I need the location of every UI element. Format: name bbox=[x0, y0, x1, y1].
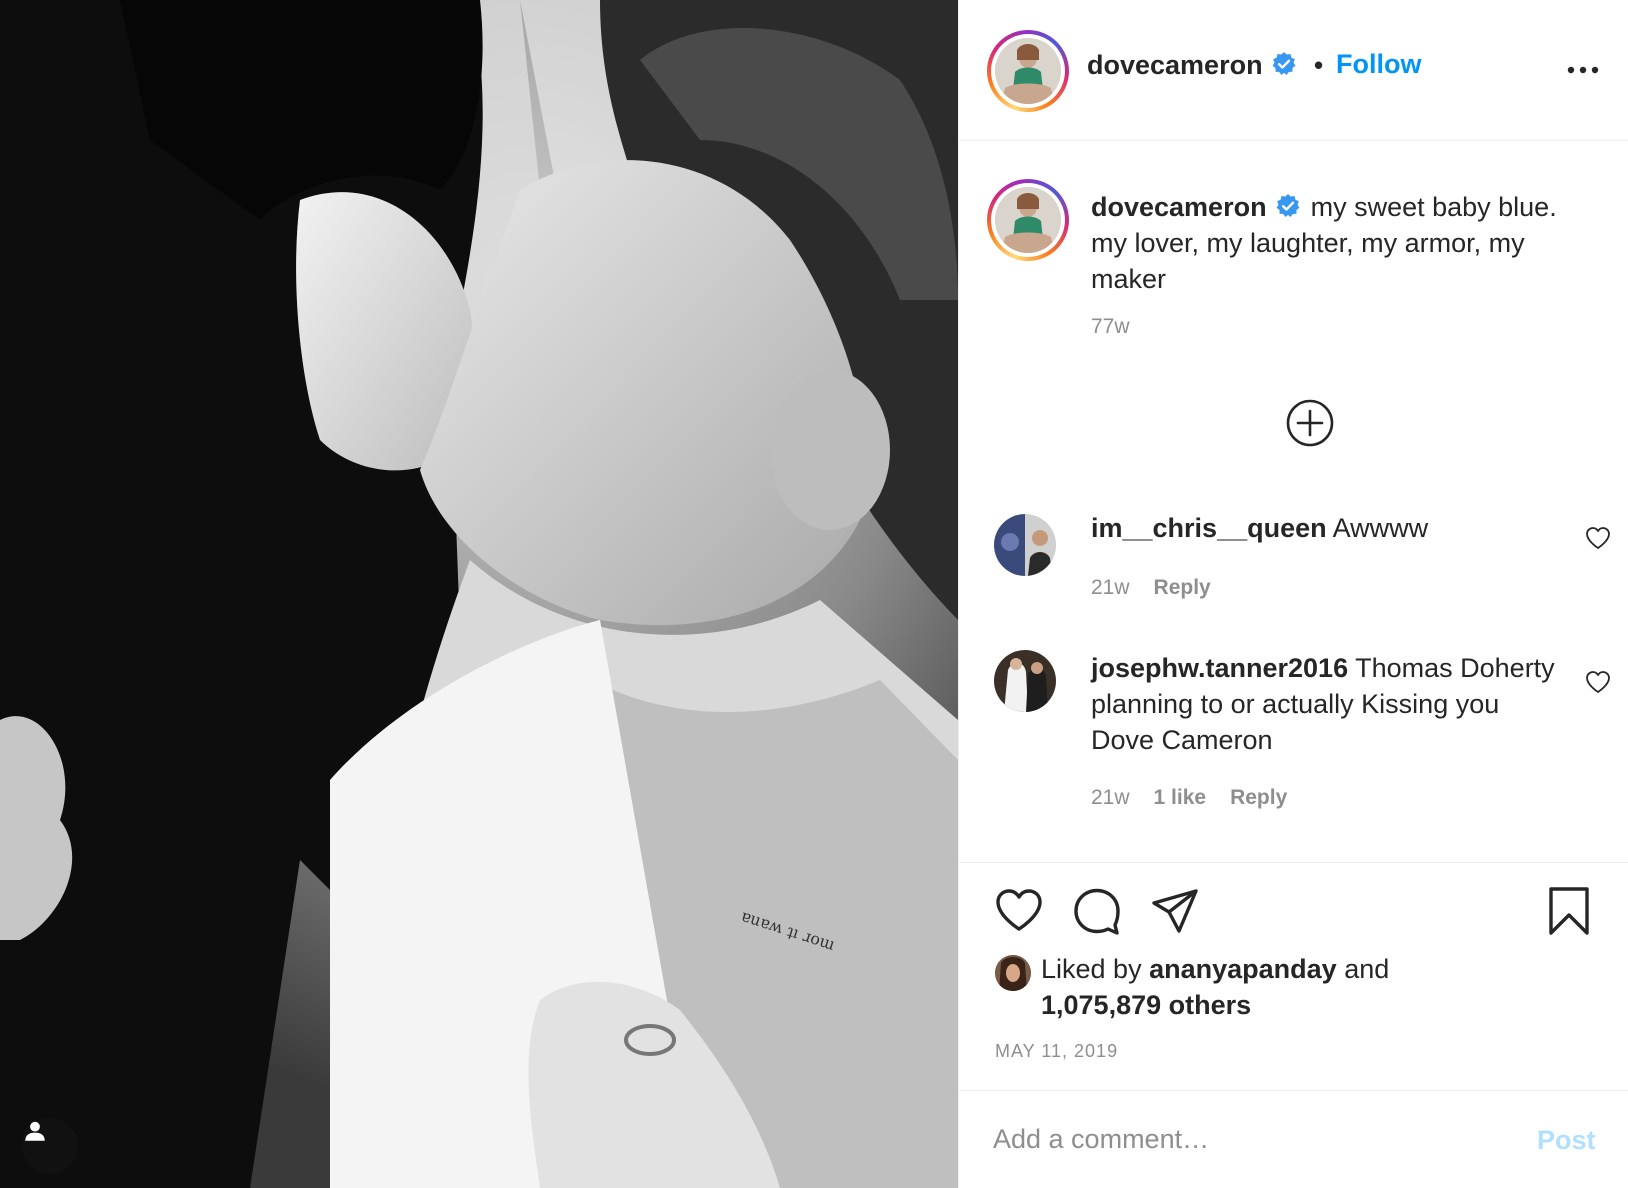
comment-bubble-icon[interactable] bbox=[1071, 885, 1123, 937]
liker-avatar[interactable] bbox=[995, 955, 1031, 991]
header-username[interactable]: dovecameron bbox=[1087, 50, 1297, 81]
post-date[interactable]: MAY 11, 2019 bbox=[995, 1041, 1118, 1062]
post-actions: Liked by ananyapanday and 1,075,879 othe… bbox=[959, 862, 1628, 1090]
comment-time[interactable]: 21w bbox=[1091, 576, 1130, 599]
post-comment-button[interactable]: Post bbox=[1537, 1125, 1596, 1156]
author-avatar[interactable] bbox=[987, 30, 1069, 112]
follow-button[interactable]: Follow bbox=[1336, 49, 1421, 80]
user-tag-icon bbox=[25, 1121, 45, 1141]
comment-input[interactable] bbox=[993, 1117, 1493, 1161]
comment-avatar-image bbox=[994, 514, 1056, 576]
bookmark-icon[interactable] bbox=[1543, 885, 1595, 937]
caption-timestamp[interactable]: 77w bbox=[1091, 315, 1130, 339]
caption-avatar-image bbox=[995, 187, 1061, 253]
more-horizontal-icon[interactable] bbox=[1563, 60, 1603, 80]
post-photo[interactable]: ɐuɐʍ ʇı ɹoɯ bbox=[0, 0, 958, 1188]
heart-icon[interactable] bbox=[1585, 526, 1611, 550]
add-comment-bar: Post bbox=[959, 1090, 1628, 1188]
likes-text: Liked by ananyapanday and 1,075,879 othe… bbox=[1041, 951, 1601, 1023]
author-avatar-image bbox=[995, 38, 1061, 104]
comment-username[interactable]: josephw.tanner2016 bbox=[1091, 653, 1348, 683]
likes-prefix: Liked by bbox=[1041, 954, 1142, 984]
header-username-text[interactable]: dovecameron bbox=[1087, 50, 1263, 80]
heart-icon[interactable] bbox=[1585, 670, 1611, 694]
reply-button[interactable]: Reply bbox=[1230, 786, 1287, 809]
reply-button[interactable]: Reply bbox=[1154, 576, 1211, 599]
comment-text-block: im__chris__queen Awwww bbox=[1091, 510, 1561, 546]
comment-avatar-image bbox=[994, 650, 1056, 712]
caption-username[interactable]: dovecameron bbox=[1091, 192, 1267, 222]
comment-text-block: josephw.tanner2016 Thomas Doherty planni… bbox=[1091, 650, 1561, 758]
comment-avatar[interactable] bbox=[994, 514, 1056, 576]
paper-plane-icon[interactable] bbox=[1149, 885, 1201, 937]
comment-time[interactable]: 21w bbox=[1091, 786, 1130, 809]
likes-conjunction: and bbox=[1344, 954, 1390, 984]
likes-others-count[interactable]: 1,075,879 others bbox=[1041, 990, 1251, 1020]
liker-username[interactable]: ananyapanday bbox=[1149, 954, 1337, 984]
plus-circle-icon[interactable] bbox=[1285, 398, 1335, 448]
post-photo-illustration: ɐuɐʍ ʇı ɹoɯ bbox=[0, 0, 958, 1188]
comment-meta: 21w Reply bbox=[1091, 576, 1235, 600]
verified-badge-icon bbox=[1276, 194, 1300, 218]
caption-author-avatar[interactable] bbox=[987, 179, 1069, 261]
tag-user-button[interactable] bbox=[22, 1118, 78, 1174]
caption-text-block: dovecameron my sweet baby blue. my lover,… bbox=[1091, 189, 1591, 297]
comment-username[interactable]: im__chris__queen bbox=[1091, 513, 1327, 543]
comment-body: Awwww bbox=[1332, 513, 1429, 543]
verified-badge-icon bbox=[1272, 52, 1296, 76]
post-header: dovecameron • Follow bbox=[959, 0, 1628, 141]
comment-avatar[interactable] bbox=[994, 650, 1056, 712]
heart-icon[interactable] bbox=[993, 885, 1045, 937]
header-separator-dot: • bbox=[1314, 50, 1324, 80]
post-panel: dovecameron • Follow dovecameron my swee… bbox=[958, 0, 1628, 1188]
liker-avatar-image bbox=[995, 955, 1031, 991]
comment-meta: 21w 1 like Reply bbox=[1091, 786, 1311, 810]
comment-likes-count[interactable]: 1 like bbox=[1154, 786, 1207, 809]
